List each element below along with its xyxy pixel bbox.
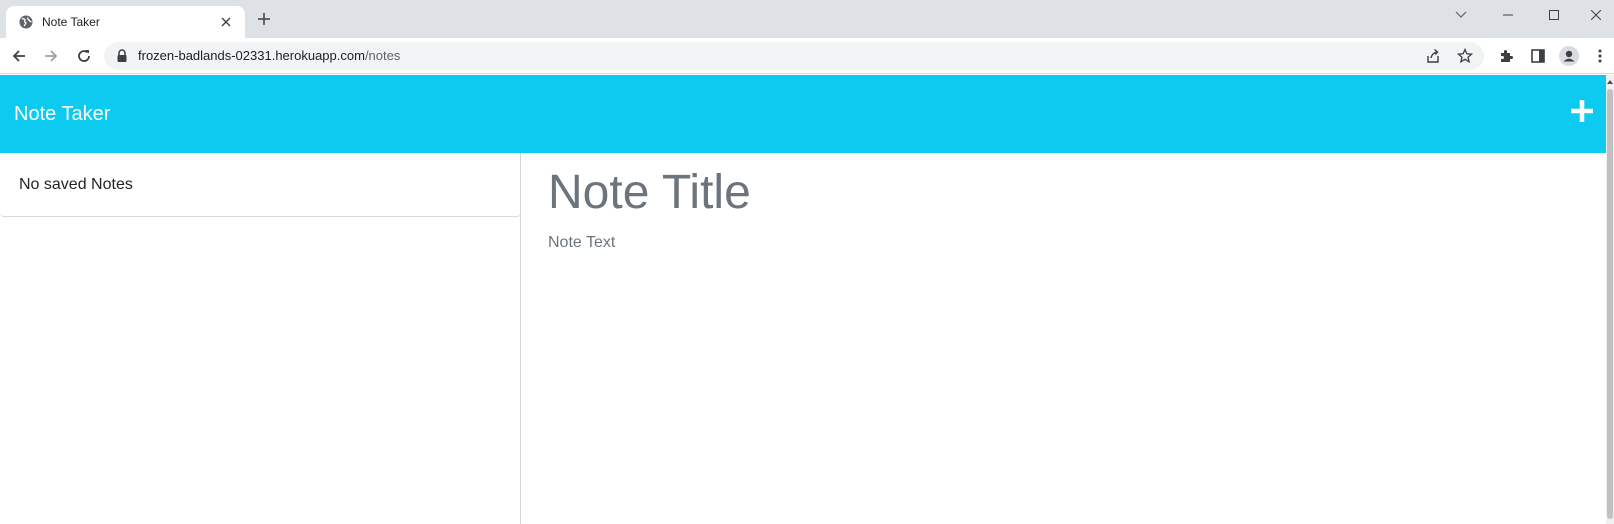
url-host: frozen-badlands-02331.herokuapp.com bbox=[138, 48, 365, 63]
notes-list-panel: No saved Notes bbox=[0, 153, 521, 524]
lock-icon[interactable] bbox=[116, 49, 128, 63]
window-close-icon[interactable] bbox=[1577, 0, 1614, 30]
empty-notes-label: No saved Notes bbox=[19, 176, 133, 193]
address-bar[interactable]: frozen-badlands-02331.herokuapp.com/note… bbox=[104, 42, 1484, 70]
note-title-input[interactable] bbox=[548, 165, 1548, 221]
forward-icon[interactable] bbox=[41, 46, 61, 66]
note-text-textarea[interactable] bbox=[548, 233, 1548, 473]
brand-link[interactable]: Note Taker bbox=[14, 102, 110, 126]
list-item: No saved Notes bbox=[0, 153, 521, 217]
new-tab-icon[interactable] bbox=[256, 11, 272, 27]
url-path: /notes bbox=[364, 48, 401, 63]
side-panel-icon[interactable] bbox=[1528, 46, 1548, 66]
scroll-up-arrow-icon[interactable] bbox=[1606, 77, 1614, 87]
tab-title: Note Taker bbox=[42, 15, 100, 29]
menu-kebab-icon[interactable] bbox=[1592, 46, 1608, 66]
extensions-icon[interactable] bbox=[1496, 46, 1516, 66]
browser-tabstrip: Note Taker bbox=[0, 0, 1614, 38]
globe-icon bbox=[18, 14, 34, 30]
page-scrollbar[interactable] bbox=[1606, 75, 1614, 524]
minimize-icon[interactable] bbox=[1485, 0, 1531, 30]
scroll-thumb[interactable] bbox=[1607, 89, 1613, 519]
browser-tab[interactable]: Note Taker bbox=[6, 6, 245, 38]
note-editor bbox=[522, 153, 1606, 524]
new-note-plus-icon[interactable] bbox=[1568, 97, 1596, 125]
page-viewport: Note Taker No saved Notes bbox=[0, 75, 1614, 524]
maximize-icon[interactable] bbox=[1531, 0, 1577, 30]
profile-avatar-icon[interactable] bbox=[1559, 46, 1579, 66]
back-icon[interactable] bbox=[9, 46, 29, 66]
reload-icon[interactable] bbox=[74, 46, 94, 66]
bookmark-star-icon[interactable] bbox=[1457, 48, 1473, 64]
browser-toolbar: frozen-badlands-02331.herokuapp.com/note… bbox=[0, 38, 1614, 74]
app-navbar: Note Taker bbox=[0, 75, 1606, 153]
url-text[interactable]: frozen-badlands-02331.herokuapp.com/note… bbox=[138, 48, 400, 64]
tab-search-icon[interactable] bbox=[1438, 0, 1484, 30]
close-icon[interactable] bbox=[218, 14, 234, 30]
share-icon[interactable] bbox=[1425, 48, 1441, 64]
